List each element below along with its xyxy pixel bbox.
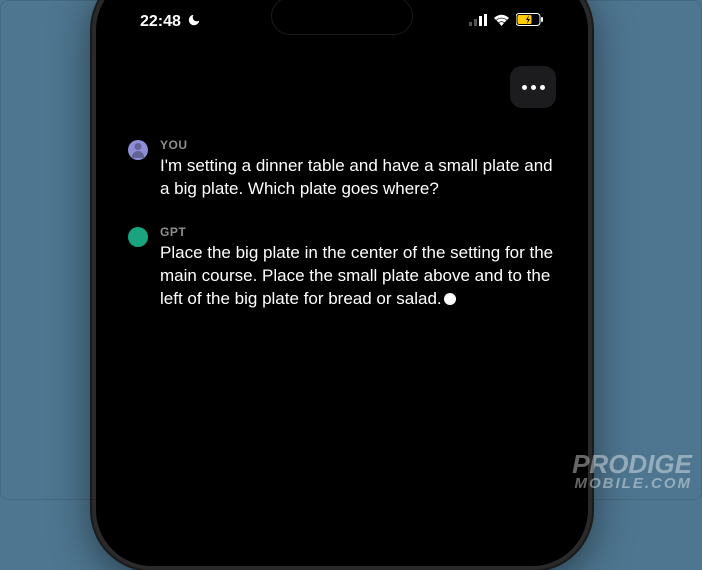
user-message: YOU I'm setting a dinner table and have … — [128, 138, 556, 201]
sender-label: YOU — [160, 138, 556, 152]
battery-charging-icon — [516, 13, 544, 31]
wifi-icon — [493, 13, 510, 31]
status-bar: 22:48 — [120, 0, 564, 38]
phone-frame: 22:48 — [92, 0, 592, 570]
chat-container: YOU I'm setting a dinner table and have … — [120, 138, 564, 311]
cellular-signal-icon — [469, 13, 487, 31]
message-text: Place the big plate in the center of the… — [160, 242, 556, 311]
power-button — [590, 154, 592, 244]
screen: 22:48 — [100, 0, 584, 562]
gpt-message: GPT Place the big plate in the center of… — [128, 225, 556, 311]
volume-down — [92, 229, 94, 284]
volume-up — [92, 159, 94, 214]
mute-switch — [92, 104, 94, 134]
ellipsis-icon — [522, 85, 527, 90]
status-time: 22:48 — [140, 13, 181, 31]
dnd-moon-icon — [187, 13, 201, 32]
gpt-avatar-icon — [128, 227, 148, 247]
sender-label: GPT — [160, 225, 556, 239]
more-options-button[interactable] — [510, 66, 556, 108]
typing-cursor-icon — [444, 293, 456, 305]
user-avatar-icon — [128, 140, 148, 160]
message-text: I'm setting a dinner table and have a sm… — [160, 155, 556, 201]
